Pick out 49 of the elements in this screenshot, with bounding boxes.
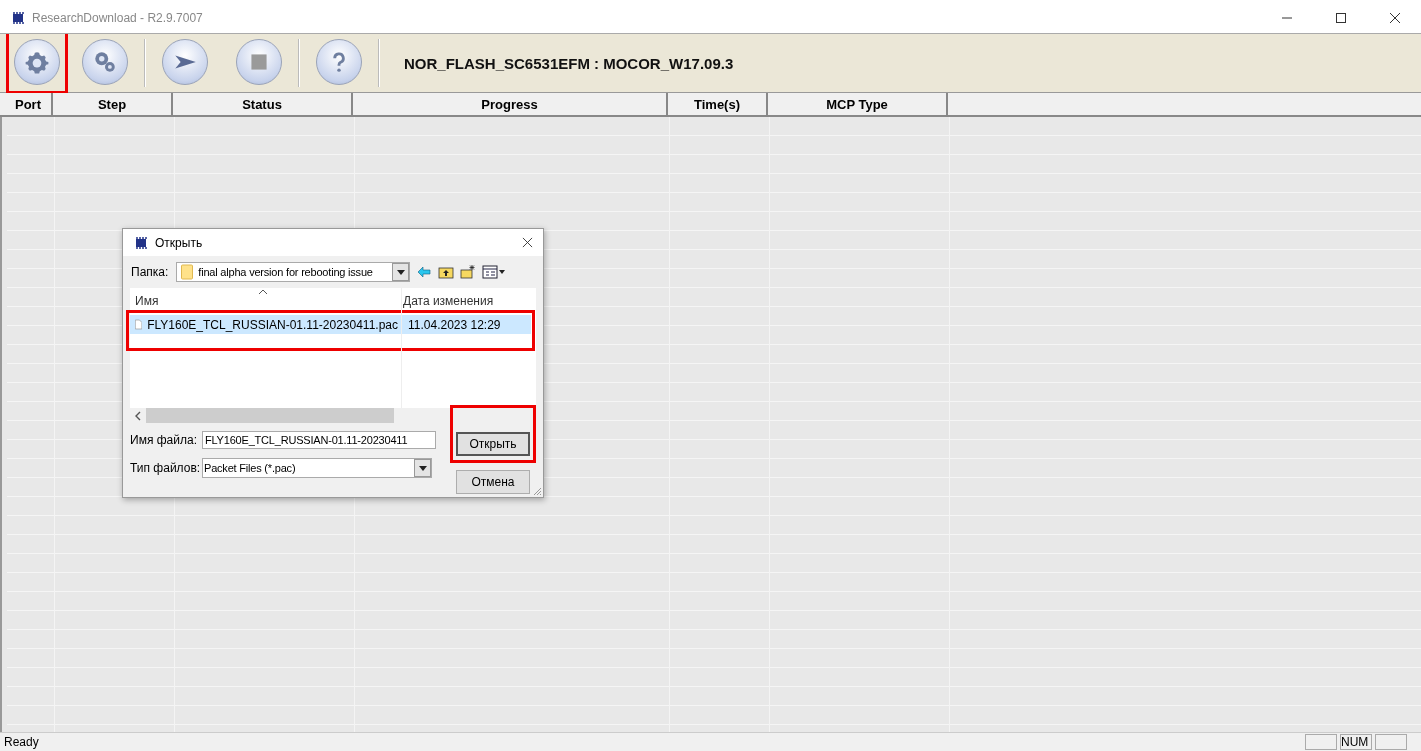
folder-dropdown[interactable]: final alpha version for rebooting issue [176, 262, 411, 283]
folder-up-icon[interactable] [438, 264, 455, 281]
maximize-icon[interactable] [1335, 12, 1347, 24]
scroll-left-icon[interactable] [134, 410, 142, 421]
filename-field[interactable]: FLY160E_TCL_RUSSIAN-01.11-20230411 [202, 431, 436, 449]
sort-caret-icon [258, 289, 268, 296]
file-date: 11.04.2023 12:29 [407, 317, 502, 332]
filetype-dropdown[interactable]: Packet Files (*.pac) [202, 458, 432, 478]
gears-icon [92, 49, 118, 75]
stop-button[interactable] [236, 39, 282, 85]
open-button[interactable]: Открыть [456, 432, 530, 456]
column-header[interactable]: Progress [353, 93, 668, 115]
close-icon[interactable] [1389, 12, 1401, 24]
filetype-label: Тип файлов: [130, 461, 202, 475]
filename-label: Имя файла: [130, 433, 198, 447]
column-header[interactable]: Step [53, 93, 173, 115]
column-header[interactable]: Дата изменения [398, 288, 536, 309]
caret-icon [418, 465, 427, 471]
column-header[interactable]: Time(s) [668, 93, 768, 115]
chip-icon [10, 10, 26, 26]
status-text: Ready [3, 735, 39, 749]
file-name: FLY160E_TCL_RUSSIAN-01.11-20230411.pac [147, 317, 398, 332]
product-label: NOR_FLASH_SC6531EFM : MOCOR_W17.09.3 [404, 54, 734, 72]
folder-label: Папка: [131, 265, 169, 280]
gears-button[interactable] [82, 39, 128, 85]
status-pane [1305, 734, 1337, 750]
window-title: ResearchDownload - R2.9.7007 [32, 11, 203, 25]
file-icon [135, 317, 143, 333]
dialog-title: Открыть [155, 235, 203, 250]
chip-icon [133, 234, 149, 251]
folder-icon [181, 264, 194, 281]
caret-icon [396, 269, 405, 275]
horizontal-scrollbar[interactable] [130, 408, 536, 423]
column-header[interactable]: Status [173, 93, 353, 115]
num-lock-indicator: NUM [1340, 734, 1372, 750]
resize-grip-icon[interactable] [532, 486, 542, 496]
help-button[interactable] [316, 39, 362, 85]
start-button[interactable] [162, 39, 208, 85]
column-header[interactable]: Port [5, 93, 53, 115]
view-menu-icon[interactable] [482, 264, 507, 281]
close-icon[interactable] [522, 237, 533, 249]
status-pane [1375, 734, 1407, 750]
new-folder-icon[interactable] [460, 264, 477, 281]
file-row[interactable]: FLY160E_TCL_RUSSIAN-01.11-20230411.pac 11.04.2023 12:29 [130, 315, 531, 335]
column-header[interactable]: Имя [130, 288, 398, 309]
column-header[interactable]: MCP Type [768, 93, 948, 115]
settings-button[interactable] [14, 39, 60, 85]
cancel-button[interactable]: Отмена [456, 470, 530, 494]
settings-icon [24, 49, 50, 75]
